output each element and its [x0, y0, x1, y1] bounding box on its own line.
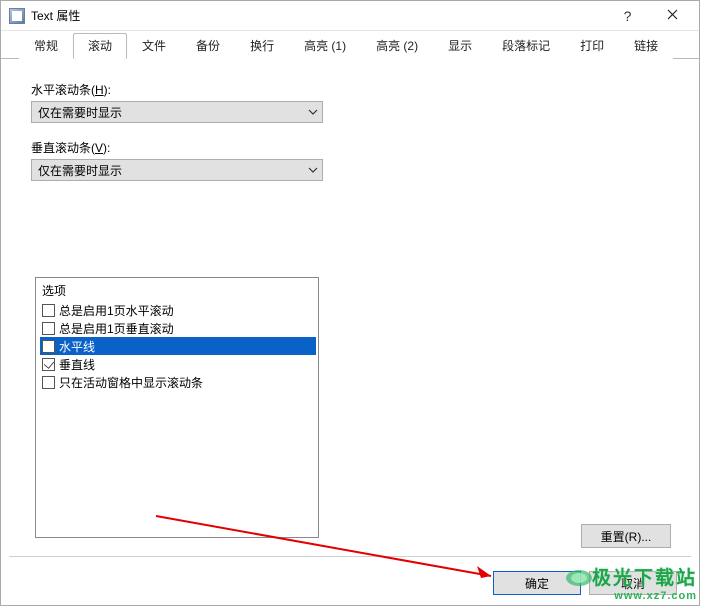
option-label: 总是启用1页垂直滚动 — [59, 320, 174, 337]
option-row[interactable]: 垂直线 — [40, 355, 316, 373]
tab-general[interactable]: 常规 — [19, 33, 73, 59]
window-title: Text 属性 — [31, 7, 80, 24]
checkbox-icon[interactable] — [42, 358, 55, 371]
option-label: 只在活动窗格中显示滚动条 — [59, 374, 203, 391]
option-label: 总是启用1页水平滚动 — [59, 302, 174, 319]
checkbox-icon[interactable] — [42, 322, 55, 335]
vscroll-label: 垂直滚动条(V): — [31, 139, 671, 156]
dialog-window: Text 属性 ? 常规 滚动 文件 备份 换行 高亮 (1) 高亮 (2) 显… — [0, 0, 700, 606]
option-row[interactable]: 总是启用1页水平滚动 — [40, 301, 316, 319]
option-label: 水平线 — [59, 338, 95, 355]
tab-highlight1[interactable]: 高亮 (1) — [289, 33, 361, 59]
reset-button[interactable]: 重置(R)... — [581, 524, 671, 548]
tab-print[interactable]: 打印 — [565, 33, 619, 59]
chevron-down-icon — [308, 109, 318, 115]
checkbox-icon[interactable] — [42, 304, 55, 317]
tab-content: 水平滚动条(H): 仅在需要时显示 垂直滚动条(V): 仅在需要时显示 — [1, 59, 699, 181]
option-row[interactable]: 总是启用1页垂直滚动 — [40, 319, 316, 337]
watermark-decor-icon — [565, 568, 593, 588]
close-icon — [667, 9, 678, 23]
cancel-button[interactable]: 取消 — [589, 571, 677, 595]
hscroll-label: 水平滚动条(H): — [31, 81, 671, 98]
hscroll-value: 仅在需要时显示 — [38, 104, 122, 121]
titlebar: Text 属性 ? — [1, 1, 699, 31]
tab-paragraph[interactable]: 段落标记 — [487, 33, 565, 59]
tab-wrap[interactable]: 换行 — [235, 33, 289, 59]
vscroll-value: 仅在需要时显示 — [38, 162, 122, 179]
help-button[interactable]: ? — [605, 2, 650, 30]
tab-file[interactable]: 文件 — [127, 33, 181, 59]
separator — [9, 556, 691, 557]
hscroll-select[interactable]: 仅在需要时显示 — [31, 101, 323, 123]
options-listbox[interactable]: 选项 总是启用1页水平滚动 总是启用1页垂直滚动 水平线 垂直线 只在活动窗格中… — [35, 277, 319, 538]
option-row[interactable]: 只在活动窗格中显示滚动条 — [40, 373, 316, 391]
tab-scroll[interactable]: 滚动 — [73, 33, 127, 59]
checkbox-icon[interactable] — [42, 376, 55, 389]
option-label: 垂直线 — [59, 356, 95, 373]
vscroll-select[interactable]: 仅在需要时显示 — [31, 159, 323, 181]
app-icon — [9, 8, 25, 24]
tab-highlight2[interactable]: 高亮 (2) — [361, 33, 433, 59]
tab-link[interactable]: 链接 — [619, 33, 673, 59]
tab-bar: 常规 滚动 文件 备份 换行 高亮 (1) 高亮 (2) 显示 段落标记 打印 … — [1, 31, 699, 59]
option-row[interactable]: 水平线 — [40, 337, 316, 355]
options-title: 选项 — [40, 282, 316, 299]
chevron-down-icon — [308, 167, 318, 173]
tab-backup[interactable]: 备份 — [181, 33, 235, 59]
checkbox-icon[interactable] — [42, 340, 55, 353]
tab-display[interactable]: 显示 — [433, 33, 487, 59]
close-button[interactable] — [650, 2, 695, 30]
